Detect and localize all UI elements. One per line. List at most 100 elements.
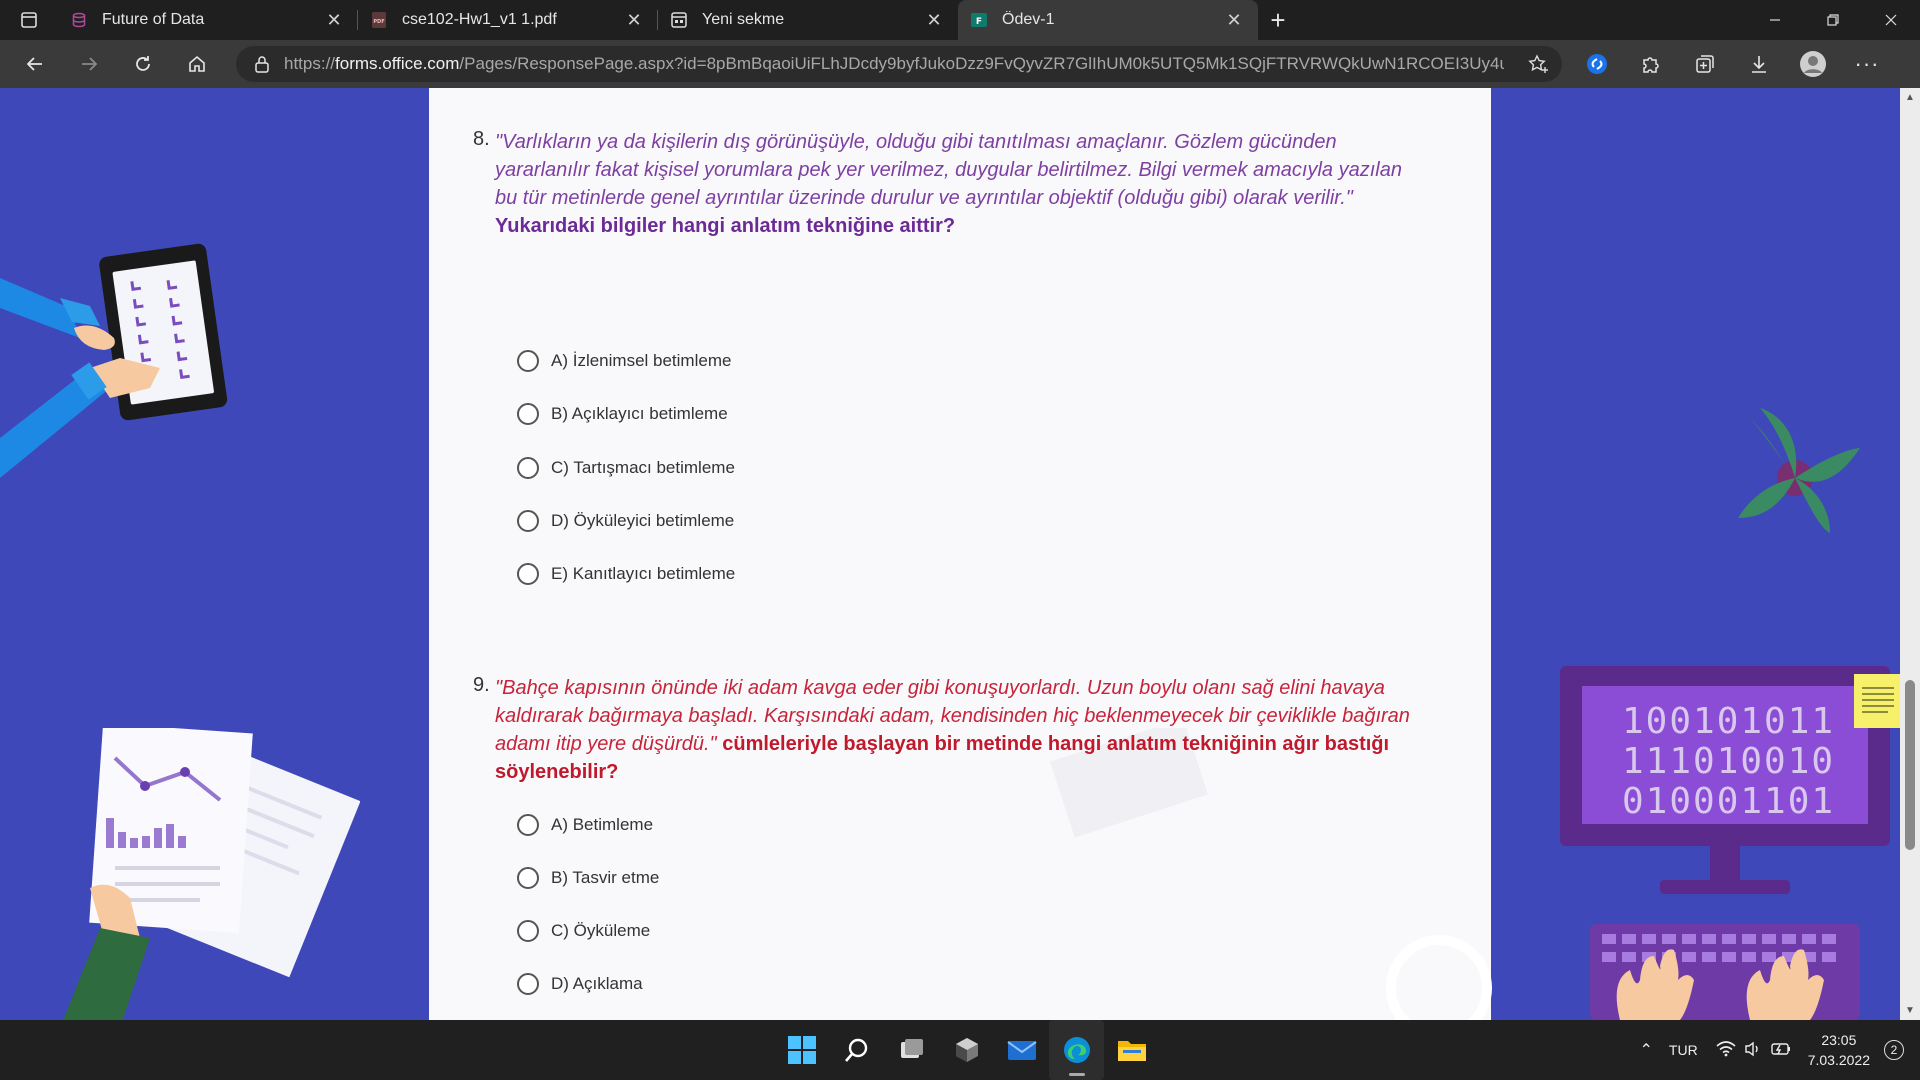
option-label: E) Kanıtlayıcı betimleme (551, 564, 736, 583)
minimize-button[interactable] (1746, 0, 1804, 40)
new-tab-button[interactable]: + (1258, 0, 1298, 40)
restore-icon (1827, 14, 1839, 26)
tab-future-of-data[interactable]: Future of Data ✕ (58, 0, 358, 40)
radio-button[interactable] (517, 457, 539, 479)
option-label: C) Tartışmacı betimleme (551, 458, 735, 477)
more-icon: ··· (1854, 51, 1880, 76)
url-text[interactable]: https://forms.office.com/Pages/ResponseP… (284, 54, 1504, 74)
question-text: "Bahçe kapısının önünde iki adam kavga e… (495, 674, 1425, 786)
close-tab-icon[interactable]: ✕ (622, 10, 646, 31)
radio-button[interactable] (517, 510, 539, 532)
scroll-down-icon[interactable]: ▼ (1905, 1005, 1915, 1016)
add-favorite-icon[interactable] (1528, 54, 1550, 79)
address-bar[interactable]: https://forms.office.com/Pages/ResponseP… (236, 46, 1562, 82)
refresh-button[interactable] (116, 40, 170, 88)
chevron-up-icon[interactable]: ⌃ (1640, 1040, 1653, 1060)
language-indicator[interactable]: TUR (1669, 1042, 1698, 1058)
settings-more-button[interactable]: ··· (1840, 40, 1894, 88)
tab-actions-button[interactable] (0, 0, 58, 40)
radio-button[interactable] (517, 350, 539, 372)
radio-button[interactable] (517, 403, 539, 425)
home-button[interactable] (170, 40, 224, 88)
binary-line: 100101011 (1622, 701, 1836, 742)
lock-icon (255, 56, 269, 73)
svg-text:F: F (976, 17, 982, 27)
scroll-up-icon[interactable]: ▲ (1905, 92, 1915, 103)
binary-line: 111010010 (1622, 741, 1836, 782)
clock[interactable]: 23:05 7.03.2022 (1808, 1030, 1870, 1070)
option-q9-d[interactable]: D) Açıklama (517, 973, 643, 995)
radio-button[interactable] (517, 814, 539, 836)
notification-badge[interactable]: 2 (1884, 1040, 1904, 1060)
taskbar-apps (774, 1020, 1159, 1080)
file-explorer-button[interactable] (1104, 1020, 1159, 1080)
forward-arrow-icon (82, 57, 98, 71)
close-tab-icon[interactable]: ✕ (322, 10, 346, 31)
mail-button[interactable] (994, 1020, 1049, 1080)
report-papers-illustration (63, 728, 360, 1020)
edge-icon (1063, 1037, 1090, 1063)
plus-icon: + (1270, 4, 1286, 35)
profile-button[interactable] (1786, 40, 1840, 88)
leaf-illustration (1738, 408, 1860, 533)
sticky-note-illustration (1854, 674, 1900, 728)
url-prefix: https:// (284, 54, 336, 73)
option-q9-c[interactable]: C) Öyküleme (517, 920, 650, 942)
toolbar-extensions: ··· (1570, 40, 1894, 88)
unity-hub-button[interactable] (939, 1020, 994, 1080)
option-label: C) Öyküleme (551, 921, 651, 940)
option-q8-d[interactable]: D) Öyküleyici betimleme (517, 510, 734, 532)
battery-icon[interactable] (1770, 1041, 1792, 1060)
monitor-illustration: 100101011 111010010 010001101 (1560, 666, 1890, 846)
close-icon (1885, 14, 1897, 26)
svg-text:PDF: PDF (373, 19, 384, 25)
collections-button[interactable] (1678, 40, 1732, 88)
forward-button[interactable] (62, 40, 116, 88)
clock-date: 7.03.2022 (1807, 1052, 1870, 1068)
edge-button[interactable] (1049, 1020, 1104, 1080)
radio-button[interactable] (517, 867, 539, 889)
downloads-button[interactable] (1732, 40, 1786, 88)
scrollbar-thumb[interactable] (1905, 680, 1915, 850)
option-q9-a[interactable]: A) Betimleme (517, 814, 653, 836)
cube-icon (955, 1038, 978, 1062)
page-scrollbar[interactable]: ▲ ▼ (1900, 88, 1920, 1020)
extensions-button[interactable] (1624, 40, 1678, 88)
question-9: 9. "Bahçe kapısının önünde iki adam kavg… (473, 674, 1425, 786)
search-button[interactable] (829, 1020, 884, 1080)
tab-new-tab[interactable]: Yeni sekme ✕ (658, 0, 958, 40)
radio-button[interactable] (517, 973, 539, 995)
option-q8-a[interactable]: A) İzlenimsel betimleme (517, 350, 731, 372)
wifi-icon[interactable] (1716, 1040, 1736, 1060)
option-q9-b[interactable]: B) Tasvir etme (517, 867, 659, 889)
minimize-icon (1770, 19, 1780, 21)
folder-icon (1117, 1041, 1146, 1061)
back-button[interactable] (8, 40, 62, 88)
option-label: D) Açıklama (551, 974, 643, 993)
shazam-extension-button[interactable] (1570, 40, 1624, 88)
url-host: forms.office.com (335, 54, 460, 73)
binary-line: 010001101 (1622, 781, 1836, 822)
tab-odev-1[interactable]: F Ödev-1 ✕ (958, 0, 1258, 40)
restore-button[interactable] (1804, 0, 1862, 40)
option-q8-b[interactable]: B) Açıklayıcı betimleme (517, 403, 728, 425)
close-tab-icon[interactable]: ✕ (1222, 10, 1246, 31)
tab-title: cse102-Hw1_v1 1.pdf (402, 11, 557, 28)
windows-logo-icon (787, 1036, 816, 1064)
option-q8-e[interactable]: E) Kanıtlayıcı betimleme (517, 563, 735, 585)
option-q8-c[interactable]: C) Tartışmacı betimleme (517, 457, 735, 479)
tab-pdf[interactable]: PDF cse102-Hw1_v1 1.pdf ✕ (358, 0, 658, 40)
radio-button[interactable] (517, 563, 539, 585)
close-window-button[interactable] (1862, 0, 1920, 40)
forms-page: 100101011 111010010 010001101 8. "Varlık… (0, 88, 1900, 1020)
close-tab-icon[interactable]: ✕ (922, 10, 946, 31)
task-view-button[interactable] (884, 1020, 939, 1080)
system-tray: ⌃ TUR 23:05 7.03.2022 2 (1640, 1020, 1920, 1080)
browser-tab-strip: Future of Data ✕ PDF cse102-Hw1_v1 1.pdf… (0, 0, 1920, 40)
question-prompt: Yukarıdaki bilgiler hangi anlatım tekniğ… (495, 215, 956, 237)
volume-icon[interactable] (1744, 1041, 1762, 1060)
puzzle-icon (1643, 57, 1659, 73)
option-label: B) Açıklayıcı betimleme (551, 404, 728, 423)
radio-button[interactable] (517, 920, 539, 942)
start-button[interactable] (774, 1020, 829, 1080)
